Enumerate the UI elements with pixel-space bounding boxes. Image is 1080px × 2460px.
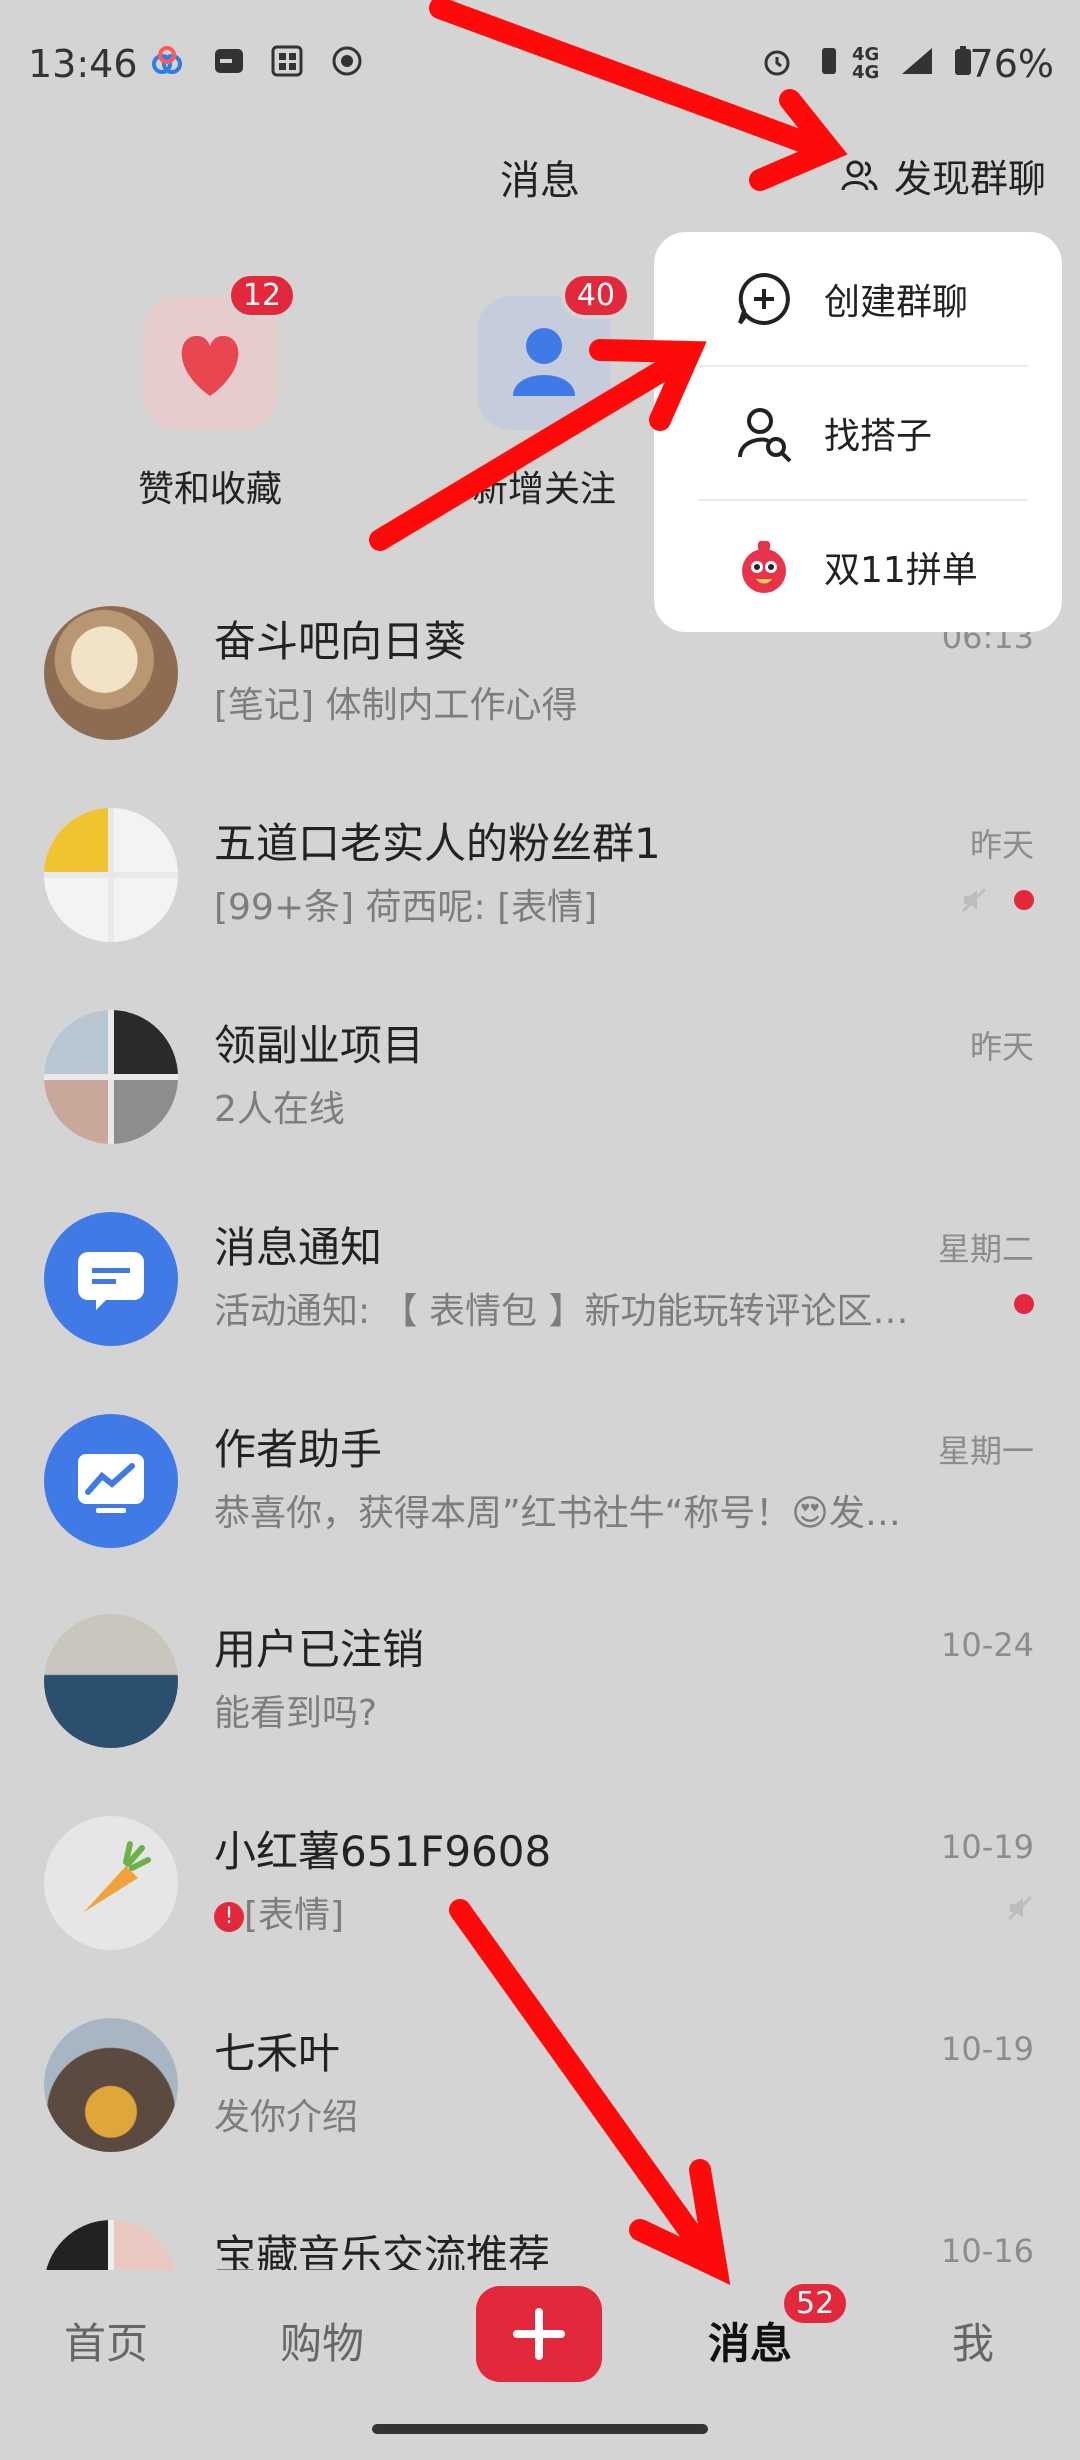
arrow-bottom	[449, 1899, 721, 2271]
annotation-arrows	[369, 0, 848, 2285]
arrow-top	[429, 0, 831, 159]
arrow-middle	[369, 349, 691, 551]
